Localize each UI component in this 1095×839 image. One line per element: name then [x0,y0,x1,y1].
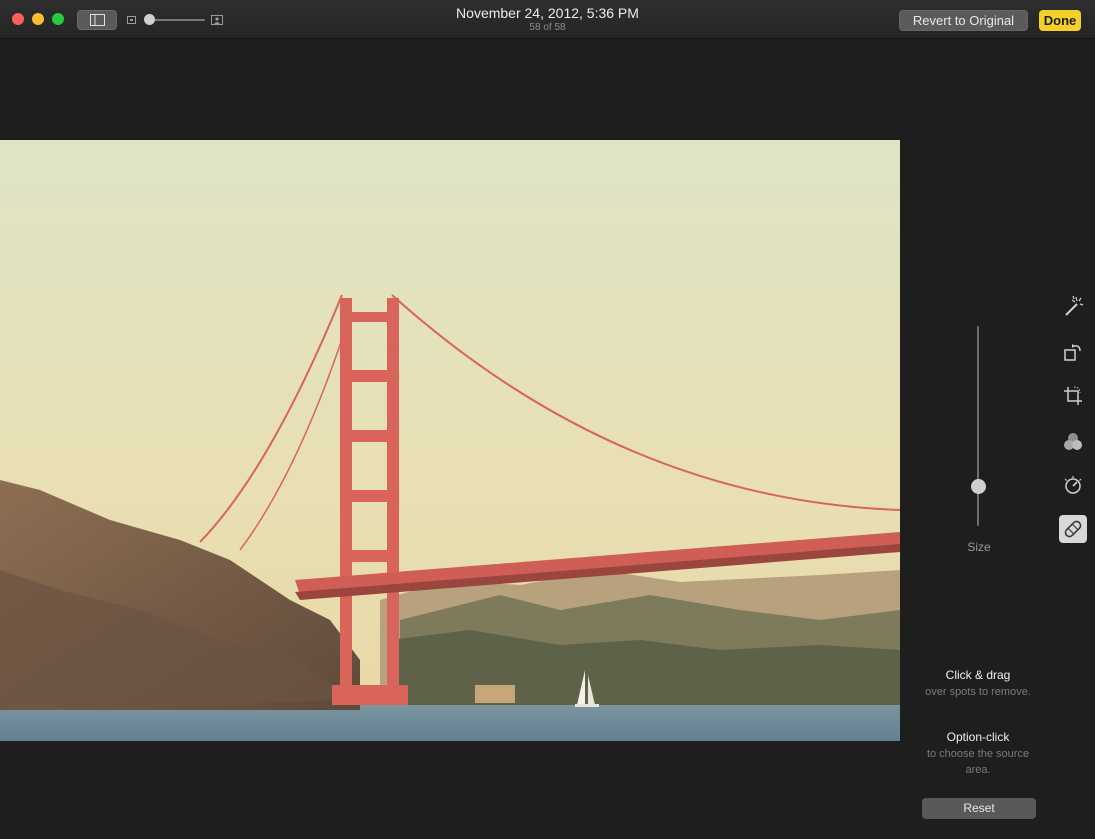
revert-to-original-button[interactable]: Revert to Original [899,10,1028,31]
hint-option-click-text: to choose the source area. [926,748,1030,776]
hint-option-click-title: Option-click [946,730,1010,744]
rotate-icon [1064,344,1081,361]
title-bar: November 24, 2012, 5:36 PM 58 of 58 Reve… [0,0,1095,39]
brush-size-label: Size [967,540,991,554]
done-button[interactable]: Done [1039,10,1081,31]
rotate-tool-button[interactable] [1059,338,1087,366]
brush-size-slider-knob[interactable] [971,478,986,494]
hint-click-drag-title: Click & drag [945,668,1011,682]
crop-tool-button[interactable] [1059,382,1087,410]
reset-button[interactable]: Reset [922,798,1036,819]
adjust-tool-button[interactable] [1059,471,1087,499]
retouch-icon [1064,520,1082,538]
filters-tool-button[interactable] [1059,428,1087,456]
photo-image [0,140,900,741]
adjust-icon [1064,476,1082,494]
enhance-tool-button[interactable] [1059,292,1087,320]
hint-click-drag-text: over spots to remove. [925,686,1031,698]
retouch-tool-button[interactable] [1059,515,1087,543]
photo-canvas[interactable] [0,140,900,741]
brush-size-slider[interactable] [977,326,979,526]
crop-icon [1064,386,1082,405]
filters-icon [1064,433,1082,450]
magic-wand-icon [1065,295,1084,316]
